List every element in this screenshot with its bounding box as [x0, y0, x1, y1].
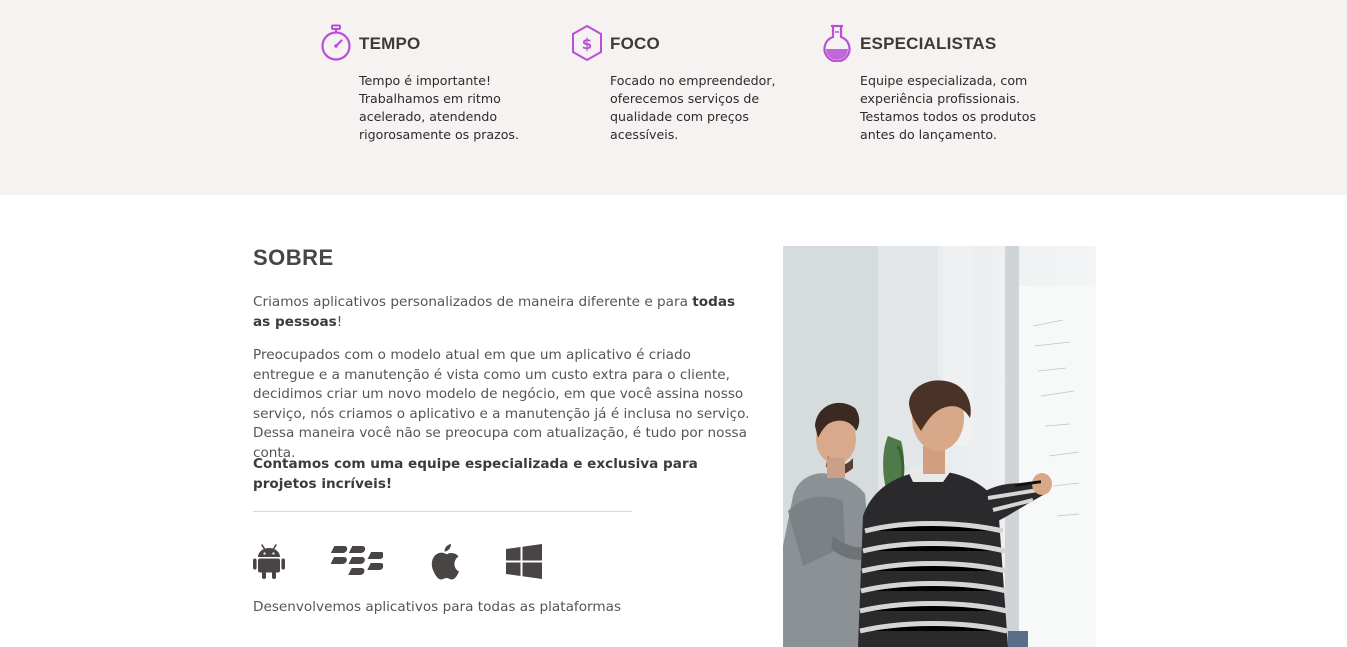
about-intro-end: !: [336, 313, 343, 330]
dollar-hexagon-icon: $: [572, 24, 602, 62]
team-whiteboard-image: [783, 246, 1096, 647]
platforms-caption: Desenvolvemos aplicativos para todas as …: [253, 599, 622, 615]
feature-description: Focado no empreendedor, oferecemos servi…: [610, 73, 776, 142]
feature-description: Equipe especializada, com experiência pr…: [860, 73, 1037, 142]
feature-description: Tempo é importante! Trabalhamos em ritmo…: [359, 73, 519, 142]
windows-icon: [506, 544, 542, 579]
apple-icon: [431, 544, 459, 580]
stopwatch-icon: [321, 24, 351, 61]
feature-title: TEMPO: [359, 34, 421, 53]
about-intro: Criamos aplicativos personalizados de ma…: [253, 293, 753, 332]
divider: [253, 511, 632, 512]
about-team-statement: Contamos com uma equipe especializada e …: [253, 456, 698, 492]
features-section: TEMPO Tempo é importante! Trabalhamos em…: [0, 0, 1347, 195]
team-photo: [783, 246, 1096, 647]
svg-text:$: $: [582, 35, 592, 53]
feature-title: ESPECIALISTAS: [860, 34, 997, 53]
about-title: SOBRE: [253, 245, 334, 270]
flask-icon: [823, 24, 851, 62]
about-description: Preocupados com o modelo atual em que um…: [253, 347, 750, 461]
about-intro-text: Criamos aplicativos personalizados de ma…: [253, 294, 693, 310]
blackberry-icon: [331, 546, 383, 575]
android-icon: [253, 544, 285, 579]
feature-title: FOCO: [610, 34, 660, 53]
